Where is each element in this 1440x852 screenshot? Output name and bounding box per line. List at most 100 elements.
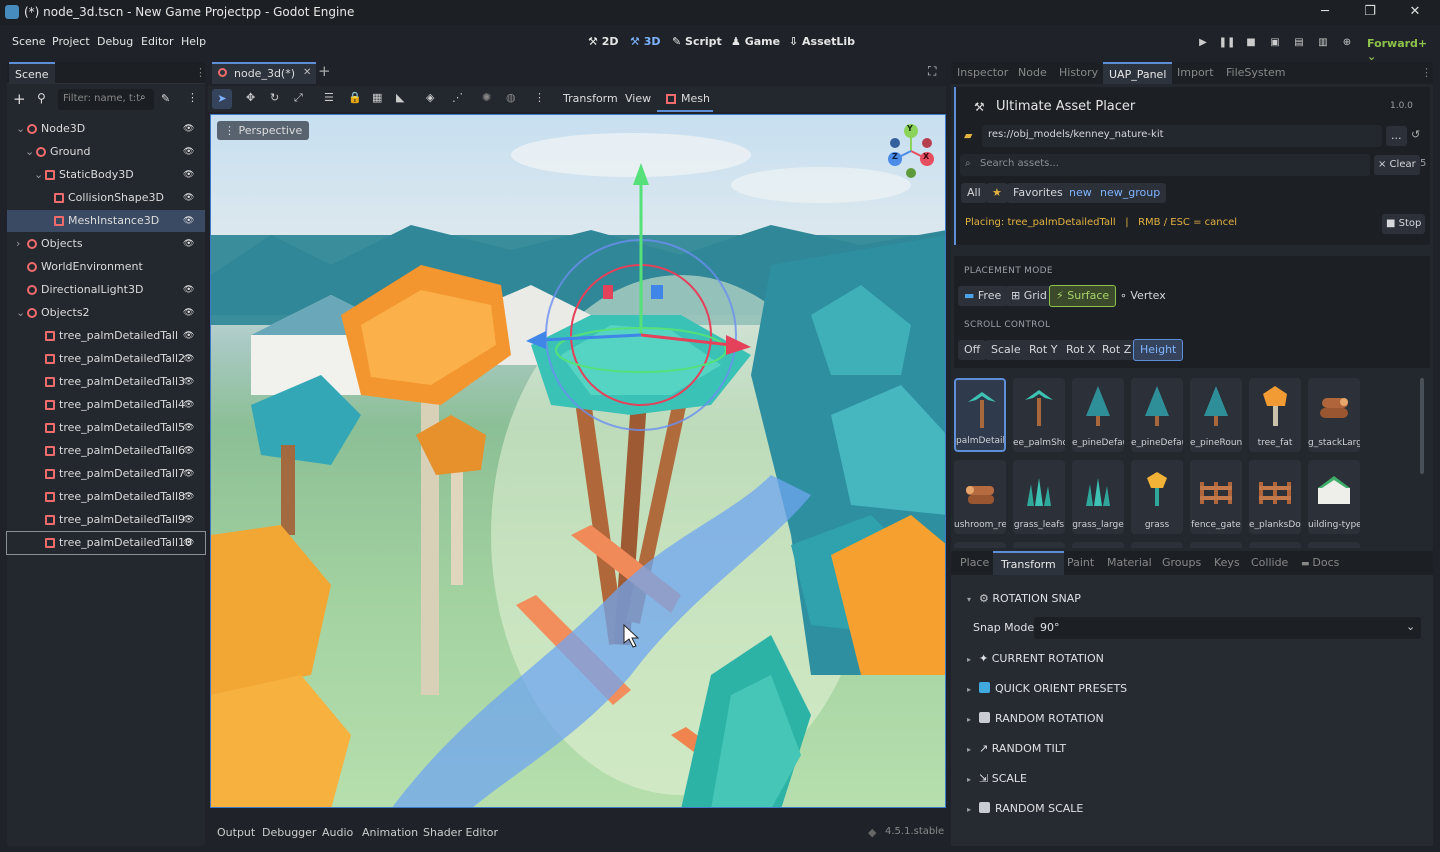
tree-node-tree_palmdetailedtall6[interactable]: tree_palmDetailedTall6 👁: [7, 440, 205, 462]
snap-mode-select[interactable]: 90° ⌄: [1034, 617, 1421, 639]
filter-new-group[interactable]: new_group: [1094, 183, 1167, 203]
tree-node-staticbody3d[interactable]: ⌄ StaticBody3D 👁: [7, 164, 205, 186]
section-scale[interactable]: ▸ ⇲ SCALE: [967, 772, 1027, 785]
asset-search-input[interactable]: ⌕ Search assets...: [960, 154, 1370, 176]
section-random-scale[interactable]: ▸ RANDOM SCALE: [967, 802, 1083, 815]
mode-grid[interactable]: ⊞ Grid: [1005, 286, 1053, 306]
dock-menu-icon[interactable]: ⋮: [195, 66, 206, 79]
tab-filesystem[interactable]: FileSystem: [1226, 62, 1285, 84]
visibility-eye-icon[interactable]: 👁: [183, 394, 194, 416]
caret-down-icon[interactable]: ⌄: [34, 164, 43, 186]
tab-scene[interactable]: Scene: [9, 62, 55, 84]
minimize-button[interactable]: ─: [1302, 2, 1348, 22]
play-icon[interactable]: ▶: [1193, 34, 1213, 52]
asset-thumb[interactable]: grass_leafs: [1013, 460, 1065, 534]
section-current-rotation[interactable]: ▸ ✦ CURRENT ROTATION: [967, 652, 1104, 665]
visibility-eye-icon[interactable]: 👁: [183, 233, 194, 255]
filter-new[interactable]: new: [1063, 183, 1098, 203]
visibility-eye-icon[interactable]: 👁: [183, 463, 194, 485]
rotate-tool-icon[interactable]: ↻: [270, 91, 279, 104]
asset-thumb-partial[interactable]: [1249, 542, 1301, 548]
main-screen-script[interactable]: ✎ Script: [672, 35, 722, 48]
play-custom-icon[interactable]: ▥: [1313, 34, 1333, 52]
filter-favorites[interactable]: Favorites: [1007, 183, 1069, 203]
visibility-eye-icon[interactable]: 👁: [183, 141, 194, 163]
add-tab-button[interactable]: +: [318, 62, 331, 80]
tree-node-meshinstance3d[interactable]: MeshInstance3D 👁: [7, 210, 205, 232]
asset-thumb-partial[interactable]: [1072, 542, 1124, 548]
visibility-eye-icon[interactable]: 👁: [183, 118, 194, 140]
renderer-select[interactable]: Forward+ ⌄: [1367, 37, 1440, 63]
subtab-groups[interactable]: Groups: [1162, 551, 1201, 575]
tab-shader-editor[interactable]: Shader Editor: [423, 826, 498, 839]
asset-grid-scrollbar[interactable]: [1420, 378, 1424, 474]
star-icon[interactable]: ★: [986, 183, 1008, 203]
mode-vertex[interactable]: ∘ Vertex: [1114, 286, 1172, 306]
asset-thumb-partial[interactable]: [1013, 542, 1065, 548]
remote-debug-icon[interactable]: ▣: [1265, 34, 1285, 52]
tab-uap-panel[interactable]: UAP_Panel: [1103, 62, 1173, 84]
tab-node-3d[interactable]: node_3d(*) ✕: [212, 62, 316, 84]
tree-node-tree_palmdetailedtall8[interactable]: tree_palmDetailedTall8 👁: [7, 486, 205, 508]
tree-node-objects2[interactable]: ⌄ Objects2 👁: [7, 302, 205, 324]
asset-thumb[interactable]: e_pineDefau: [1072, 378, 1124, 452]
visibility-eye-icon[interactable]: 👁: [183, 164, 194, 186]
transform-menu[interactable]: Transform: [563, 92, 618, 105]
orientation-gizmo[interactable]: Y X Z: [883, 123, 939, 179]
list-select-icon[interactable]: ☰: [324, 91, 334, 104]
ruler-icon[interactable]: ◣: [396, 91, 404, 104]
asset-thumb[interactable]: palmDetaile: [954, 378, 1006, 452]
tree-node-tree_palmdetailedtall3[interactable]: tree_palmDetailedTall3 👁: [7, 371, 205, 393]
visibility-eye-icon[interactable]: 👁: [183, 187, 194, 209]
visibility-eye-icon[interactable]: 👁: [183, 325, 194, 347]
scene-menu-icon[interactable]: ⋮: [187, 91, 198, 104]
tree-node-tree_palmdetailedtall5[interactable]: tree_palmDetailedTall5 👁: [7, 417, 205, 439]
subtab-transform[interactable]: Transform: [993, 551, 1064, 575]
asset-thumb-partial[interactable]: [1190, 542, 1242, 548]
subtab-paint[interactable]: Paint: [1067, 551, 1094, 575]
subtab-place[interactable]: Place: [960, 551, 989, 575]
asset-thumb[interactable]: ushroom_re: [954, 460, 1006, 534]
environment-icon[interactable]: ◍: [506, 91, 516, 104]
section-random-rotation[interactable]: ▸ RANDOM ROTATION: [967, 712, 1104, 725]
asset-thumb[interactable]: e_pineRoun: [1190, 378, 1242, 452]
section-random-tilt[interactable]: ▸ ↗ RANDOM TILT: [967, 742, 1066, 755]
menu-editor[interactable]: Editor: [141, 35, 174, 48]
maximize-button[interactable]: ❐: [1347, 2, 1393, 22]
visibility-eye-icon[interactable]: 👁: [183, 486, 194, 508]
visibility-eye-icon[interactable]: 👁: [183, 440, 194, 462]
scroll-scale[interactable]: Scale: [985, 340, 1027, 360]
distraction-free-icon[interactable]: ⛶: [928, 64, 936, 79]
subtab-material[interactable]: Material: [1107, 551, 1152, 575]
tree-node-tree_palmdetailedtall4[interactable]: tree_palmDetailedTall4 👁: [7, 394, 205, 416]
tree-node-tree_palmdetailedtall7[interactable]: tree_palmDetailedTall7 👁: [7, 463, 205, 485]
group-icon[interactable]: ▦: [372, 91, 382, 104]
main-screen-2d[interactable]: ⚒ 2D: [588, 35, 619, 48]
visibility-eye-icon[interactable]: 👁: [183, 532, 194, 554]
stop-icon[interactable]: ■: [1241, 34, 1261, 52]
menu-project[interactable]: Project: [52, 35, 90, 48]
tab-node[interactable]: Node: [1018, 62, 1047, 84]
tree-node-node3d[interactable]: ⌄ Node3D 👁: [7, 118, 205, 140]
tab-animation[interactable]: Animation: [362, 826, 418, 839]
tab-inspector[interactable]: Inspector: [957, 62, 1008, 84]
tab-history[interactable]: History: [1059, 62, 1098, 84]
scroll-rot-z[interactable]: Rot Z: [1096, 340, 1138, 360]
asset-thumb[interactable]: fence_gate: [1190, 460, 1242, 534]
tree-node-tree_palmdetailedtall10[interactable]: tree_palmDetailedTall10 👁: [6, 531, 206, 555]
caret-down-icon[interactable]: ⌄: [25, 141, 34, 163]
asset-path-field[interactable]: res://obj_models/kenney_nature-kit: [982, 125, 1382, 147]
tab-import[interactable]: Import: [1177, 62, 1214, 84]
visibility-eye-icon[interactable]: 👁: [183, 348, 194, 370]
asset-thumb[interactable]: e_planksDou: [1249, 460, 1301, 534]
close-button[interactable]: ✕: [1392, 2, 1438, 22]
menu-scene[interactable]: Scene: [12, 35, 46, 48]
tree-node-objects[interactable]: › Objects 👁: [7, 233, 205, 255]
main-screen-3d[interactable]: ⚒ 3D: [630, 35, 661, 48]
section-rotation-snap[interactable]: ▾ ⚙ ROTATION SNAP: [967, 592, 1081, 605]
main-screen-game[interactable]: ♟ Game: [731, 35, 780, 48]
visibility-eye-icon[interactable]: 👁: [183, 509, 194, 531]
asset-thumb[interactable]: uilding-type-: [1308, 460, 1360, 534]
3d-viewport[interactable]: ⋮ Perspective Y X Z: [210, 114, 946, 808]
lock-icon[interactable]: 🔒: [348, 91, 362, 104]
